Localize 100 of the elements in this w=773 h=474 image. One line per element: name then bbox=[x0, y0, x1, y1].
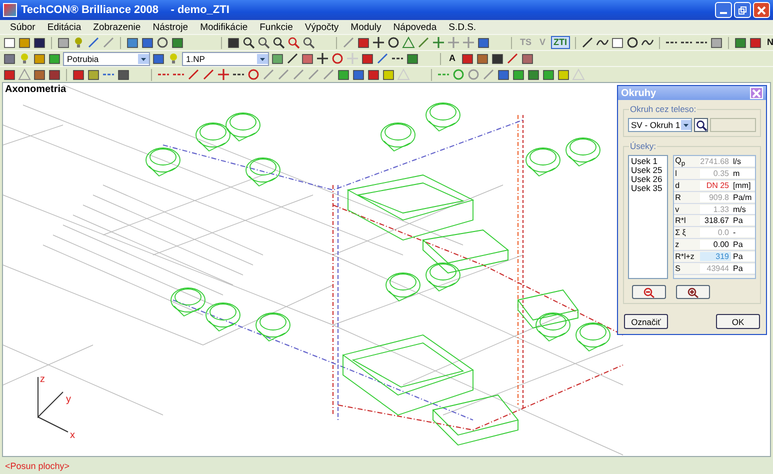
square-icon[interactable] bbox=[57, 36, 70, 49]
square-icon[interactable] bbox=[33, 68, 46, 81]
list-item[interactable]: Usek 26 bbox=[631, 175, 666, 184]
square-icon[interactable] bbox=[357, 36, 370, 49]
square-icon[interactable] bbox=[72, 68, 85, 81]
list-item[interactable]: Usek 25 bbox=[631, 166, 666, 175]
square-icon[interactable] bbox=[171, 36, 184, 49]
square-icon[interactable] bbox=[406, 52, 419, 65]
list-item[interactable]: Usek 1 bbox=[631, 157, 666, 166]
dialog-button[interactable]: OK bbox=[716, 314, 760, 329]
list-item[interactable]: Usek 35 bbox=[631, 184, 666, 193]
square-icon[interactable] bbox=[33, 52, 46, 65]
line-icon[interactable] bbox=[376, 52, 389, 65]
zoom-out-button[interactable] bbox=[632, 285, 666, 299]
menu-item[interactable]: Funkcie bbox=[260, 22, 293, 32]
square-icon[interactable] bbox=[87, 68, 100, 81]
plus-icon[interactable] bbox=[372, 36, 385, 49]
square-icon[interactable] bbox=[460, 52, 474, 65]
plus-icon[interactable] bbox=[217, 68, 230, 81]
square-icon[interactable] bbox=[18, 36, 31, 49]
square-icon[interactable] bbox=[542, 68, 555, 81]
layer-dropdown[interactable]: 1.NP bbox=[182, 52, 269, 66]
magnifier-icon[interactable] bbox=[287, 36, 300, 49]
circle-icon[interactable] bbox=[247, 68, 260, 81]
square-icon[interactable] bbox=[749, 36, 762, 49]
circle-icon[interactable] bbox=[387, 36, 400, 49]
square-icon[interactable] bbox=[33, 36, 46, 49]
zoom-out-icon bbox=[643, 286, 655, 298]
menu-item[interactable]: Moduly bbox=[350, 22, 382, 32]
close-button[interactable] bbox=[750, 87, 763, 99]
menu-item[interactable]: S.D.S. bbox=[448, 22, 476, 32]
table-cell: Pa bbox=[731, 252, 755, 262]
plus-icon[interactable] bbox=[316, 52, 329, 65]
square-icon[interactable] bbox=[710, 36, 724, 49]
toolbar-text-button[interactable]: N bbox=[764, 36, 773, 49]
circle-icon[interactable] bbox=[331, 52, 344, 65]
square-icon[interactable] bbox=[520, 52, 534, 65]
zoom-in-button[interactable] bbox=[676, 285, 710, 299]
axis-label: z bbox=[40, 374, 45, 385]
square-icon[interactable] bbox=[152, 52, 165, 65]
square-icon[interactable] bbox=[141, 36, 154, 49]
square-icon[interactable] bbox=[382, 68, 395, 81]
square-icon[interactable] bbox=[361, 52, 374, 65]
magnifier-icon[interactable] bbox=[257, 36, 270, 49]
square-icon[interactable] bbox=[3, 52, 16, 65]
line-icon[interactable] bbox=[581, 36, 594, 49]
square-icon[interactable] bbox=[490, 52, 504, 65]
circle-icon[interactable] bbox=[156, 36, 169, 49]
menu-item[interactable]: Zobrazenie bbox=[93, 22, 141, 32]
text-field[interactable] bbox=[710, 118, 756, 132]
square-icon[interactable] bbox=[3, 68, 16, 81]
square-icon[interactable] bbox=[3, 36, 16, 49]
bulb-icon[interactable] bbox=[18, 52, 31, 65]
minimize-button[interactable] bbox=[715, 2, 732, 18]
square-icon[interactable] bbox=[337, 68, 350, 81]
square-icon[interactable] bbox=[512, 68, 525, 81]
circuit-dropdown[interactable]: SV - Okruh 1 bbox=[628, 118, 692, 132]
menu-item[interactable]: Výpočty bbox=[304, 22, 339, 32]
magnifier-icon[interactable] bbox=[272, 36, 285, 49]
dialog-button[interactable]: Označiť bbox=[624, 314, 668, 329]
square-icon[interactable] bbox=[611, 36, 624, 49]
toolbar-text-button[interactable]: A bbox=[446, 52, 458, 65]
layer-dropdown[interactable]: Potrubia bbox=[63, 52, 150, 66]
square-icon[interactable] bbox=[301, 52, 314, 65]
table-cell: 0.00 bbox=[700, 240, 731, 250]
magnifier-icon[interactable] bbox=[242, 36, 255, 49]
menu-item[interactable]: Modifikácie bbox=[200, 22, 248, 32]
line-icon[interactable] bbox=[506, 52, 518, 65]
menu-item[interactable]: Editácia bbox=[47, 22, 82, 32]
square-icon[interactable] bbox=[367, 68, 380, 81]
bulb-icon[interactable] bbox=[167, 52, 180, 65]
square-icon[interactable] bbox=[48, 52, 61, 65]
close-button[interactable] bbox=[753, 2, 770, 18]
search-button[interactable] bbox=[694, 118, 708, 132]
toolbar-text-button[interactable]: ZTI bbox=[550, 36, 570, 49]
square-icon[interactable] bbox=[227, 36, 240, 49]
menu-item[interactable]: Nápoveda bbox=[393, 22, 437, 32]
triangle-icon[interactable] bbox=[402, 36, 415, 49]
square-icon[interactable] bbox=[271, 52, 284, 65]
square-icon[interactable] bbox=[117, 68, 130, 81]
bulb-icon[interactable] bbox=[72, 36, 85, 49]
restore-button[interactable] bbox=[734, 2, 751, 18]
square-icon[interactable] bbox=[557, 68, 570, 81]
circle-icon[interactable] bbox=[626, 36, 640, 49]
square-icon[interactable] bbox=[734, 36, 748, 49]
line-icon[interactable] bbox=[187, 68, 200, 81]
square-icon[interactable] bbox=[477, 36, 490, 49]
square-icon[interactable] bbox=[126, 36, 139, 49]
line-icon[interactable] bbox=[87, 36, 100, 49]
menu-item[interactable]: Súbor bbox=[10, 22, 36, 32]
line-icon[interactable] bbox=[286, 52, 299, 65]
line-icon[interactable] bbox=[202, 68, 215, 81]
table-cell-text: Q$_{p}$ bbox=[674, 156, 686, 168]
square-icon[interactable] bbox=[352, 68, 365, 81]
square-icon[interactable] bbox=[527, 68, 540, 81]
square-icon[interactable] bbox=[476, 52, 488, 65]
square-icon[interactable] bbox=[48, 68, 61, 81]
square-icon[interactable] bbox=[497, 68, 510, 81]
magnifier-icon[interactable] bbox=[302, 36, 315, 49]
menu-item[interactable]: Nástroje bbox=[152, 22, 188, 32]
